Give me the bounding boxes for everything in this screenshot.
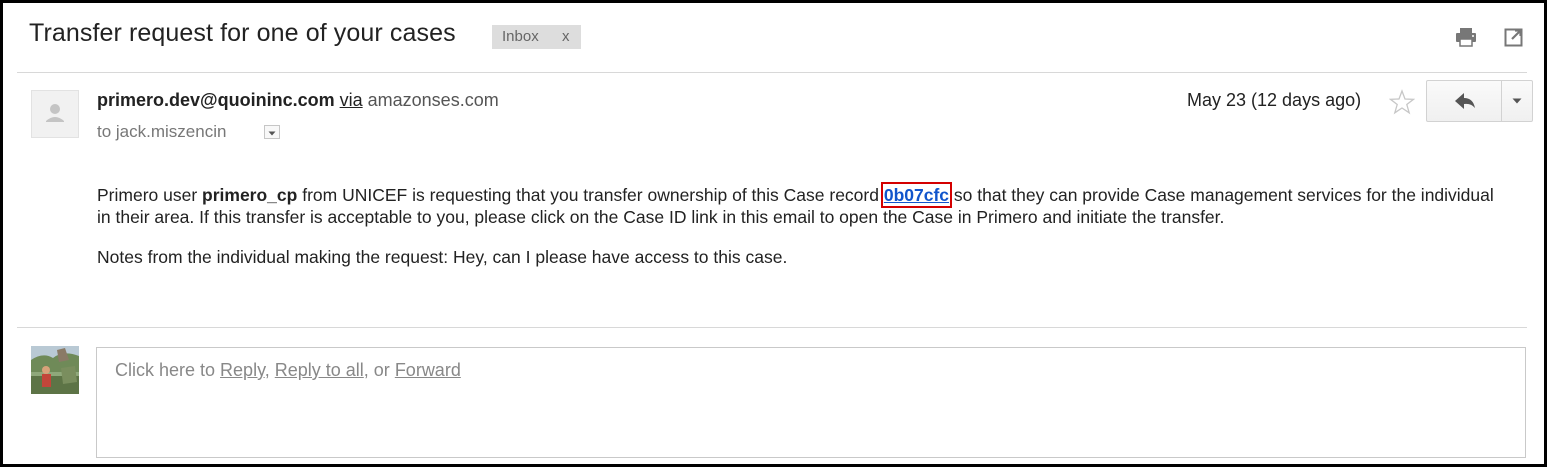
reply-button[interactable] (1427, 81, 1501, 121)
sender-email[interactable]: primero.dev@quoininc.com (97, 90, 335, 110)
popout-icon[interactable] (1504, 27, 1526, 47)
reply-link[interactable]: Reply (220, 360, 265, 380)
person-icon (46, 104, 64, 122)
inbox-label-chip[interactable]: Inbox x (492, 25, 581, 49)
reply-divider (17, 327, 1527, 328)
reply-sep-1: , (264, 360, 275, 380)
email-subject: Transfer request for one of your cases (29, 19, 456, 47)
remove-label-button[interactable]: x (562, 25, 570, 49)
sender-avatar (31, 90, 79, 138)
label-text: Inbox (502, 28, 539, 45)
header-divider (17, 72, 1527, 73)
print-icon[interactable] (1455, 27, 1477, 47)
reply-prompt-prefix: Click here to (115, 360, 221, 380)
body-paragraph: Primero user primero_cp from UNICEF is r… (97, 182, 1497, 228)
reply-prompt: Click here to Reply, Reply to all, or Fo… (115, 360, 461, 381)
via-link[interactable]: via (340, 90, 363, 110)
request-notes: Notes from the individual making the req… (97, 247, 788, 267)
forward-link[interactable]: Forward (395, 360, 461, 380)
quick-reply-box[interactable]: Click here to Reply, Reply to all, or Fo… (96, 347, 1526, 458)
reply-sep-2: , or (363, 360, 395, 380)
user-avatar[interactable] (31, 346, 79, 394)
star-icon[interactable] (1388, 89, 1416, 115)
case-id-link[interactable]: 0b07cfc (880, 182, 953, 208)
recipient-line: to jack.miszencin (97, 122, 227, 141)
more-options-button[interactable] (1502, 81, 1532, 121)
requesting-user: primero_cp (202, 185, 298, 205)
chevron-down-icon (1512, 98, 1522, 104)
reply-button-group (1426, 80, 1533, 122)
caret-down-icon (268, 131, 276, 136)
email-view: Transfer request for one of your cases I… (0, 0, 1547, 467)
email-body: Primero user primero_cp from UNICEF is r… (97, 182, 1497, 228)
body-text-1: Primero user (97, 185, 203, 205)
via-domain: amazonses.com (367, 90, 499, 110)
sender-line: primero.dev@quoininc.com via amazonses.c… (97, 90, 499, 111)
email-date: May 23 (12 days ago) (1187, 90, 1362, 110)
body-text-2: from UNICEF is requesting that you trans… (297, 185, 884, 205)
reply-arrow-icon (1455, 93, 1475, 109)
reply-all-link[interactable]: Reply to all (275, 360, 364, 380)
recipient-details-dropdown[interactable] (264, 125, 280, 139)
